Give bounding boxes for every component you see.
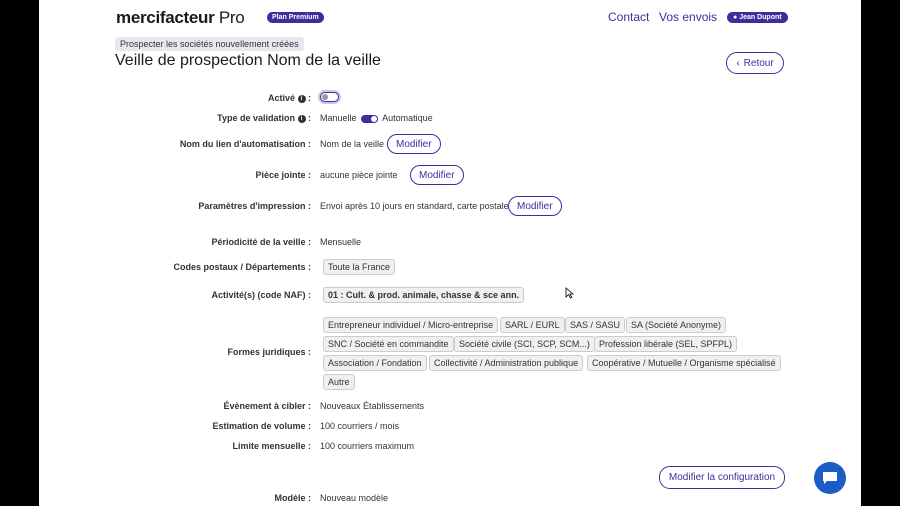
mouse-cursor-icon (565, 287, 574, 299)
contact-link[interactable]: Contact (608, 10, 649, 24)
print-value: Envoi après 10 jours en standard, carte … (320, 201, 512, 211)
naf-tag: 01 : Cult. & prod. animale, chasse & sce… (323, 287, 525, 303)
back-button[interactable]: ‹ Retour (726, 52, 784, 74)
validation-control: Manuelle Automatique (320, 113, 433, 123)
model-value: Nouveau modèle (320, 493, 389, 503)
chat-icon (823, 472, 837, 484)
modify-config-button[interactable]: Modifier la configuration (659, 466, 785, 489)
event-label: Évènement à cibler : (223, 401, 311, 411)
chevron-left-icon: ‹ (736, 57, 740, 69)
validation-manual: Manuelle (320, 113, 357, 123)
form-tag: SARL / EURL (500, 317, 565, 333)
info-icon[interactable]: i (297, 115, 306, 123)
model-label: Modèle : (274, 493, 311, 503)
forms-label: Formes juridiques : (227, 347, 311, 357)
validation-toggle[interactable] (361, 114, 379, 123)
periodicity-label: Périodicité de la veille : (211, 237, 311, 247)
validation-label-text: Type de validation (217, 113, 295, 123)
link-name-label: Nom du lien d'automatisation : (179, 139, 311, 149)
modify-print-button[interactable]: Modifier (508, 196, 562, 216)
limit-value: 100 courriers maximum (320, 441, 415, 451)
form-tag: Autre (323, 374, 355, 390)
logo-pro: Pro (214, 8, 245, 27)
validation-label: Type de validation i : (217, 113, 311, 123)
form-tag: Collectivité / Administration publique (429, 355, 584, 371)
form-tag: SNC / Société en commandite (323, 336, 454, 352)
user-menu[interactable]: ● Jean Dupont (727, 12, 788, 23)
form-tag: Société civile (SCI, SCP, SCM...) (454, 336, 595, 352)
logo-text: mercifacteur (116, 8, 215, 27)
toggle-knob (322, 93, 328, 100)
back-label: Retour (743, 57, 774, 69)
chat-button[interactable] (814, 462, 846, 494)
print-label: Paramètres d'impression : (198, 201, 311, 211)
form-tag: Entrepreneur individuel / Micro-entrepri… (323, 317, 499, 333)
volume-label: Estimation de volume : (212, 421, 311, 431)
zip-label: Codes postaux / Départements : (173, 262, 311, 272)
active-toggle[interactable] (320, 91, 339, 102)
form-tag: Profession libérale (SEL, SPFPL) (594, 336, 738, 352)
modify-link-name-button[interactable]: Modifier (387, 134, 441, 154)
logo[interactable]: mercifacteur Pro (116, 8, 245, 28)
main-panel: mercifacteur Pro Plan Premium Contact Vo… (39, 0, 861, 506)
modify-attachment-button[interactable]: Modifier (410, 165, 464, 185)
form-tag: Association / Fondation (323, 355, 427, 371)
active-label-text: Activé (267, 93, 295, 103)
attachment-value: aucune pièce jointe (320, 170, 398, 180)
volume-value: 100 courriers / mois (320, 421, 400, 431)
periodicity-value: Mensuelle (320, 237, 362, 247)
user-name: Jean Dupont (739, 14, 782, 21)
breadcrumb[interactable]: Prospecter les sociétés nouvellement cré… (115, 37, 304, 51)
info-icon[interactable]: i (297, 95, 306, 103)
naf-label: Activité(s) (code NAF) : (211, 290, 311, 300)
page-title: Veille de prospection Nom de la veille (115, 52, 381, 69)
active-label: Activé i : (267, 93, 311, 103)
event-value: Nouveaux Établissements (320, 401, 425, 411)
envois-link[interactable]: Vos envois (659, 10, 717, 24)
form-tag: Coopérative / Mutuelle / Organisme spéci… (587, 355, 781, 371)
plan-badge: Plan Premium (267, 12, 324, 23)
toggle-switch[interactable] (320, 91, 339, 102)
link-name-value: Nom de la veille (320, 139, 385, 149)
form-tag: SAS / SASU (565, 317, 626, 333)
form-tag: SA (Société Anonyme) (626, 317, 727, 333)
validation-auto: Automatique (382, 113, 433, 123)
toggle-knob (371, 115, 378, 122)
attachment-label: Pièce jointe : (255, 170, 311, 180)
zip-tag: Toute la France (323, 259, 396, 275)
limit-label: Limite mensuelle : (232, 441, 311, 451)
